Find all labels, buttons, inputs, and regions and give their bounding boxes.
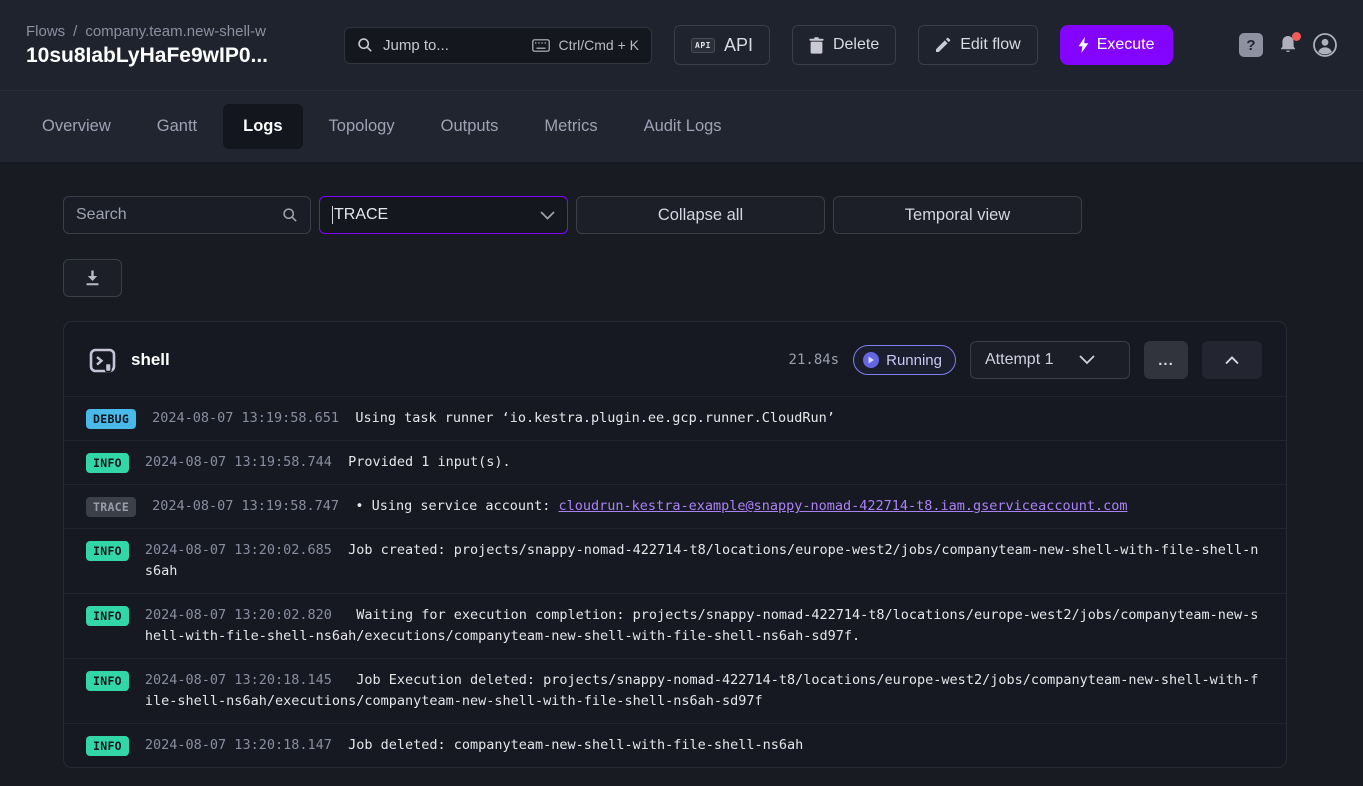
log-timestamp: 2024-08-07 13:20:02.820 <box>145 607 332 623</box>
task-name: shell <box>131 350 170 370</box>
tab-topology[interactable]: Topology <box>309 104 415 149</box>
download-logs-button[interactable] <box>63 259 122 297</box>
breadcrumb: Flows / company.team.new-shell-w <box>26 23 322 40</box>
pencil-icon <box>935 37 951 53</box>
tab-outputs[interactable]: Outputs <box>421 104 519 149</box>
log-message: Using task runner ‘io.kestra.plugin.ee.g… <box>355 410 835 426</box>
tab-gantt[interactable]: Gantt <box>137 104 217 149</box>
status-badge-running[interactable]: Running <box>853 345 956 375</box>
log-timestamp: 2024-08-07 13:19:58.744 <box>145 454 332 470</box>
jump-to-search[interactable]: Jump to... Ctrl/Cmd + K <box>344 27 652 64</box>
attempt-select[interactable]: Attempt 1 <box>970 341 1130 379</box>
tab-bar: Overview Gantt Logs Topology Outputs Met… <box>0 90 1363 162</box>
log-timestamp: 2024-08-07 13:20:02.685 <box>145 542 332 558</box>
help-icon[interactable]: ? <box>1239 33 1263 57</box>
filter-row: Search TRACE Collapse all Temporal view <box>63 196 1363 234</box>
text-cursor <box>332 206 333 224</box>
log-row: INFO 2024-08-07 13:19:58.744 Provided 1 … <box>64 440 1286 484</box>
log-level-select[interactable]: TRACE <box>319 196 568 234</box>
keyboard-icon <box>532 39 550 52</box>
more-options-button[interactable]: ... <box>1144 341 1188 379</box>
log-rows: DEBUG 2024-08-07 13:19:58.651 Using task… <box>64 396 1286 767</box>
search-input[interactable]: Search <box>63 196 311 234</box>
log-row: INFO 2024-08-07 13:20:02.685 Job created… <box>64 528 1286 593</box>
trash-icon <box>809 37 824 54</box>
log-level-badge: DEBUG <box>86 409 136 429</box>
chevron-down-icon <box>540 211 555 220</box>
collapse-card-button[interactable] <box>1202 341 1262 379</box>
api-icon: API <box>691 38 715 53</box>
title-block: Flows / company.team.new-shell-w 10su8Ia… <box>26 23 322 68</box>
log-row: INFO 2024-08-07 13:20:02.820 Waiting for… <box>64 593 1286 658</box>
search-icon <box>357 37 373 53</box>
log-timestamp: 2024-08-07 13:19:58.651 <box>152 410 339 426</box>
task-duration: 21.84s <box>789 352 840 368</box>
log-level-badge: INFO <box>86 541 129 561</box>
log-message: Provided 1 input(s). <box>348 454 511 470</box>
task-card-header: shell 21.84s Running Attempt 1 <box>64 322 1286 396</box>
shortcut-hint: Ctrl/Cmd + K <box>532 37 639 53</box>
terminal-task-icon <box>88 346 117 375</box>
task-header-controls: 21.84s Running Attempt 1 <box>789 341 1262 379</box>
breadcrumb-flow-link[interactable]: company.team.new-shell-w <box>85 23 266 40</box>
ellipsis-icon: ... <box>1158 352 1174 369</box>
header-utility-icons: ? <box>1239 33 1337 57</box>
api-button[interactable]: API API <box>674 25 770 65</box>
chevron-up-icon <box>1225 356 1239 365</box>
notifications-bell-icon[interactable] <box>1277 34 1299 56</box>
log-row: INFO 2024-08-07 13:20:18.147 Job deleted… <box>64 723 1286 767</box>
logs-panel: Search TRACE Collapse all Temporal view <box>0 162 1363 768</box>
tab-logs[interactable]: Logs <box>223 104 302 149</box>
user-avatar[interactable] <box>1313 33 1337 57</box>
tab-audit-logs[interactable]: Audit Logs <box>624 104 742 149</box>
log-message: • Using service account: <box>355 498 558 514</box>
breadcrumb-flows-link[interactable]: Flows <box>26 23 65 40</box>
chevron-down-icon <box>1079 355 1095 365</box>
log-row: DEBUG 2024-08-07 13:19:58.651 Using task… <box>64 396 1286 440</box>
search-icon <box>282 207 298 223</box>
log-level-badge: INFO <box>86 453 129 473</box>
log-timestamp: 2024-08-07 13:20:18.147 <box>145 737 332 753</box>
edit-flow-button[interactable]: Edit flow <box>918 25 1037 65</box>
tab-overview[interactable]: Overview <box>22 104 131 149</box>
log-message: Job deleted: companyteam-new-shell-with-… <box>348 737 803 753</box>
log-timestamp: 2024-08-07 13:20:18.145 <box>145 672 332 688</box>
download-icon <box>85 270 100 286</box>
log-timestamp: 2024-08-07 13:19:58.747 <box>152 498 339 514</box>
task-log-card: shell 21.84s Running Attempt 1 <box>63 321 1287 768</box>
notification-dot <box>1292 32 1301 41</box>
log-level-badge: INFO <box>86 736 129 756</box>
top-header: Flows / company.team.new-shell-w 10su8Ia… <box>0 0 1363 90</box>
log-level-badge: TRACE <box>86 497 136 517</box>
log-level-badge: INFO <box>86 671 129 691</box>
log-row: TRACE 2024-08-07 13:19:58.747 • Using se… <box>64 484 1286 528</box>
jump-to-placeholder: Jump to... <box>383 37 449 54</box>
lightning-icon <box>1078 37 1089 53</box>
tab-metrics[interactable]: Metrics <box>524 104 617 149</box>
running-state-icon <box>863 352 879 368</box>
execute-button[interactable]: Execute <box>1060 25 1173 65</box>
collapse-all-button[interactable]: Collapse all <box>576 196 825 234</box>
delete-button[interactable]: Delete <box>792 25 896 65</box>
service-account-link[interactable]: cloudrun-kestra-example@snappy-nomad-422… <box>559 498 1128 514</box>
breadcrumb-separator: / <box>73 23 77 40</box>
temporal-view-button[interactable]: Temporal view <box>833 196 1082 234</box>
log-row: INFO 2024-08-07 13:20:18.145 Job Executi… <box>64 658 1286 723</box>
log-level-badge: INFO <box>86 606 129 626</box>
page-title: 10su8IabLyHaFe9wIP0... <box>26 44 322 68</box>
